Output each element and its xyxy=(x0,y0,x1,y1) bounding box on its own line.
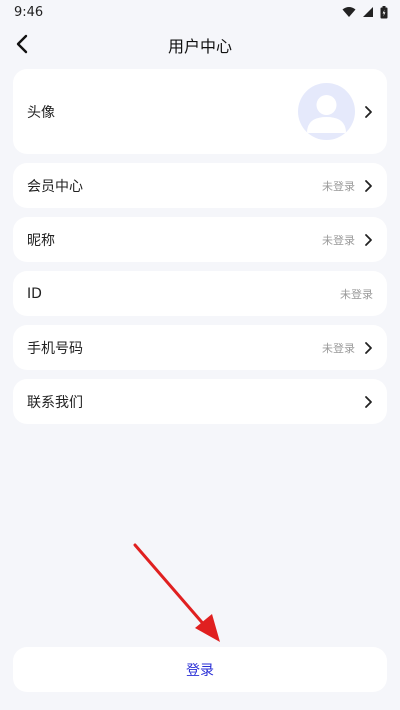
status-bar: 9:46 xyxy=(0,0,400,24)
row-phone-value: 未登录 xyxy=(322,341,355,355)
avatar xyxy=(298,83,355,140)
status-icons xyxy=(342,5,388,19)
row-nickname-value: 未登录 xyxy=(322,233,355,247)
chevron-right-icon xyxy=(365,341,372,354)
battery-icon xyxy=(380,5,388,18)
row-id: ID 未登录 xyxy=(13,271,387,316)
status-time: 9:46 xyxy=(14,4,44,20)
row-contact[interactable]: 联系我们 xyxy=(13,379,387,424)
nav-bar: 用户中心 xyxy=(0,24,400,66)
row-nickname-label: 昵称 xyxy=(27,232,55,249)
chevron-right-icon xyxy=(365,233,372,246)
row-phone-label: 手机号码 xyxy=(27,340,83,357)
page-title: 用户中心 xyxy=(167,37,232,56)
row-avatar-label: 头像 xyxy=(27,104,55,121)
login-button[interactable]: 登录 xyxy=(13,647,387,692)
row-avatar[interactable]: 头像 xyxy=(13,69,387,154)
row-membership-label: 会员中心 xyxy=(27,178,83,195)
row-phone[interactable]: 手机号码 未登录 xyxy=(13,325,387,370)
user-placeholder-icon xyxy=(307,95,346,133)
login-button-label: 登录 xyxy=(186,662,214,679)
row-membership-value: 未登录 xyxy=(322,179,355,193)
signal-icon xyxy=(363,7,373,17)
row-membership[interactable]: 会员中心 未登录 xyxy=(13,163,387,208)
row-id-value: 未登录 xyxy=(340,287,373,301)
chevron-right-icon xyxy=(365,105,372,118)
row-nickname[interactable]: 昵称 未登录 xyxy=(13,217,387,262)
back-button[interactable] xyxy=(8,24,36,64)
chevron-right-icon xyxy=(365,179,372,192)
back-arrow-icon xyxy=(16,34,28,54)
row-contact-label: 联系我们 xyxy=(27,394,83,411)
wifi-icon xyxy=(342,7,356,17)
row-id-label: ID xyxy=(27,285,42,302)
settings-list: 头像 会员中心 未登录 昵称 未登录 ID 未登录 手机号码 未登录 联系我们 xyxy=(13,69,387,433)
chevron-right-icon xyxy=(365,395,372,408)
